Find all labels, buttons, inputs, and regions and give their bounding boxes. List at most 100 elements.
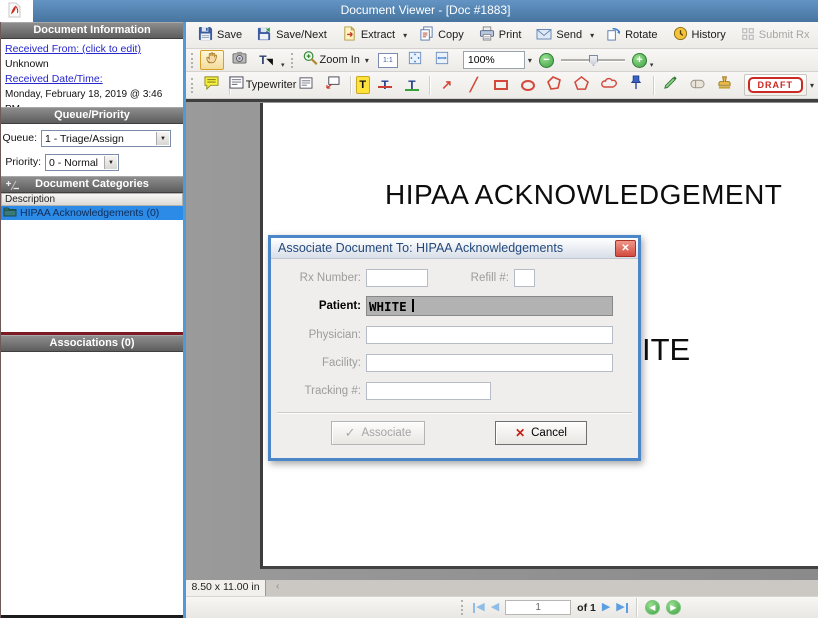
submit-rx-label: Submit Rx [759,29,810,41]
send-button[interactable]: Send [529,24,589,47]
pan-tool-button[interactable] [200,50,224,70]
typewriter-tool-button[interactable]: Typewriter [234,75,290,95]
history-forward-button[interactable]: ▶ [666,600,681,615]
document-viewer-canvas[interactable]: HIPAA ACKNOWLEDGEMENT ITE Associate Docu… [186,99,818,580]
document-viewer-window: Document Viewer - [Doc #1883] Document I… [0,0,818,618]
snapshot-tool-button[interactable] [227,50,251,70]
highlight-text-tool-button[interactable]: T [356,76,370,94]
history-button[interactable]: History [666,23,733,47]
first-page-button[interactable]: ◀ [473,602,484,613]
rx-number-field[interactable] [366,269,428,287]
draft-stamp-button[interactable]: DRAFT [744,74,808,96]
underline-text-tool-button[interactable]: T [400,75,424,95]
zoom-in-icon [302,50,318,70]
eraser-tool-button[interactable] [686,75,710,95]
tool-options-dropdown-icon[interactable]: ▾ [281,61,285,69]
refill-field[interactable] [514,269,535,287]
sticky-note-icon [203,75,220,95]
actual-size-button[interactable]: 1:1 [376,50,400,70]
next-page-button[interactable]: ▶ [602,602,610,613]
zoom-out-minus-button[interactable]: − [539,53,554,68]
fit-width-button[interactable] [430,50,454,70]
arrow-tool-button[interactable]: ↗ [435,75,459,95]
text-box-tool-button[interactable] [294,75,318,95]
cloud-tool-button[interactable] [597,75,621,95]
toolbar-drag-handle[interactable] [191,78,195,93]
stamp-tool-button[interactable] [713,75,737,95]
rotate-button[interactable]: Rotate [599,23,664,47]
queue-dropdown[interactable]: 1 - Triage/Assign ▼ [41,130,171,147]
pushpin-tool-button[interactable] [624,75,648,95]
pentagon-tool-button[interactable] [570,75,594,95]
marker-tool-button[interactable] [659,75,683,95]
queue-dropdown-arrow-icon[interactable]: ▼ [156,132,169,145]
zoom-slider-thumb[interactable] [589,55,598,66]
fit-width-icon [434,51,450,70]
previous-page-button[interactable]: ◀ [491,602,499,613]
toolbar-view-zoom: T◥ ▾ Zoom In ▾ 1:1 100% ▾ − [186,49,818,72]
document-categories-header-label: Document Categories [35,178,149,190]
zoom-slider[interactable] [561,52,625,68]
priority-dropdown[interactable]: 0 - Normal ▼ [45,154,119,171]
stamp-dropdown-icon[interactable]: ▾ [810,81,818,90]
zoom-level-combo[interactable]: 100% [463,51,525,69]
physician-field[interactable] [366,326,613,344]
pushpin-icon [630,75,642,95]
ellipse-tool-button[interactable] [516,75,540,95]
received-date-link[interactable]: Received Date/Time: [5,72,179,87]
zoom-in-label: Zoom In [320,54,360,66]
toolbar-drag-handle[interactable] [191,53,195,68]
received-from-link[interactable]: Received From: (click to edit) [5,42,179,57]
save-button[interactable]: Save [191,23,249,47]
line-tool-button[interactable]: ╱ [462,75,486,95]
patient-field[interactable] [366,296,613,316]
category-item-hipaa[interactable]: HIPAA Acknowledgements (0) [1,206,183,220]
zoom-mode-dropdown-icon[interactable]: ▾ [365,56,373,65]
polygon-tool-button[interactable] [543,75,567,95]
copy-button[interactable]: Copy [412,23,471,47]
page-heading-text: HIPAA ACKNOWLEDGEMENT [385,179,782,211]
priority-dropdown-arrow-icon[interactable]: ▼ [104,156,117,169]
save-next-button[interactable]: Save/Next [250,23,334,47]
extract-dropdown-icon[interactable]: ▾ [403,31,411,40]
polygon-icon [547,76,562,95]
tracking-field[interactable] [366,382,491,400]
history-back-button[interactable]: ◀ [645,600,660,615]
toolbar-separator [429,76,430,95]
zoom-level-dropdown-icon[interactable]: ▾ [528,56,536,65]
rectangle-tool-button[interactable] [489,75,513,95]
dialog-separator [277,412,632,414]
dialog-close-button[interactable]: ✕ [615,240,636,257]
zoom-options-dropdown-icon[interactable]: ▾ [650,61,654,69]
text-box-icon [229,76,244,94]
facility-field[interactable] [366,354,613,372]
navbar-drag-handle[interactable] [461,600,465,615]
page-partial-text: ITE [642,332,690,368]
send-dropdown-icon[interactable]: ▾ [590,31,598,40]
cancel-button[interactable]: ✕ Cancel [495,421,587,445]
associate-button: ✓ Associate [331,421,425,445]
zoom-in-plus-button[interactable]: + [632,53,647,68]
extract-label: Extract [361,29,395,41]
title-bar: Document Viewer - [Doc #1883] [0,0,818,22]
send-icon [536,27,552,44]
description-column-header[interactable]: Description [1,193,183,206]
toolbar-drag-handle[interactable] [291,53,295,68]
strikethrough-text-tool-button[interactable]: T [373,75,397,95]
rotate-label: Rotate [625,29,657,41]
fit-page-button[interactable] [403,50,427,70]
tab-scroll-left-icon[interactable]: ‹ [276,581,279,592]
page-number-input[interactable] [505,600,571,615]
stamp-icon [717,75,732,95]
callout-tool-button[interactable] [321,75,345,95]
extract-button[interactable]: Extract [335,23,402,47]
priority-label: Priority: [1,156,41,168]
copy-icon [419,26,434,44]
print-label: Print [499,29,522,41]
physician-label: Physician: [276,329,361,341]
zoom-in-button[interactable]: Zoom In [300,50,362,70]
last-page-button[interactable]: ▶ [616,602,627,613]
print-button[interactable]: Print [472,23,529,47]
text-select-tool-button[interactable]: T◥ [254,50,278,70]
sticky-note-tool-button[interactable] [200,75,224,95]
